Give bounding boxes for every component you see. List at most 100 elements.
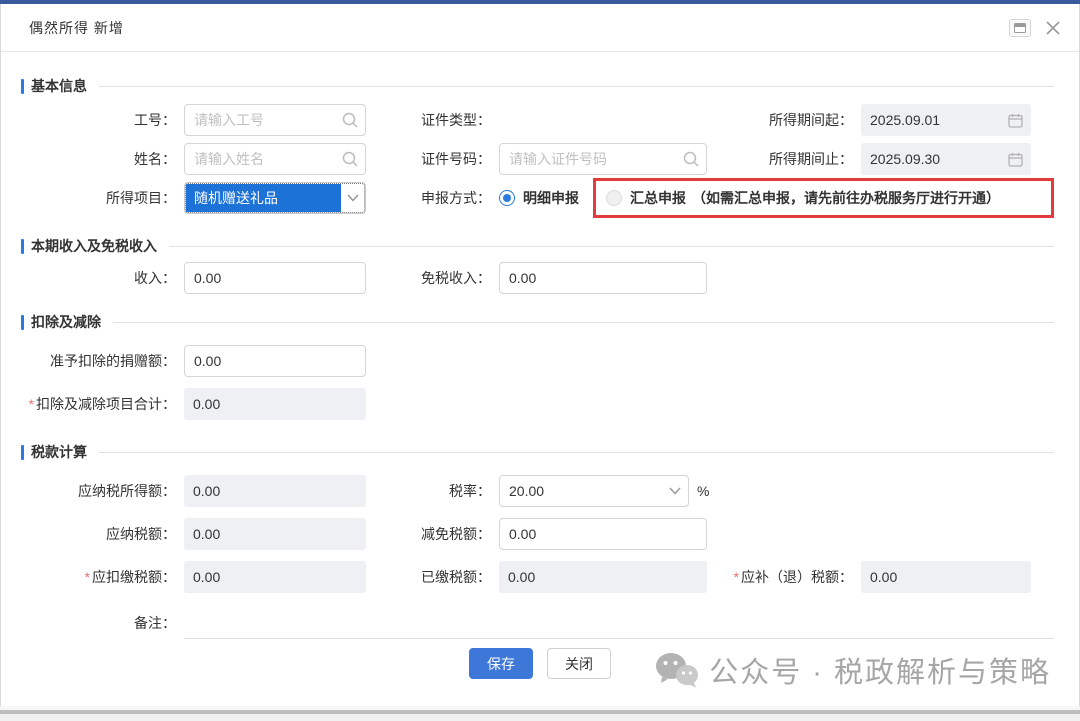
deduction-total-field: 0.00 [184,388,366,420]
cert-type-label: 证件类型： [366,110,499,130]
tax-payable-field: 0.00 [184,518,366,550]
period-start-field[interactable]: 2025.09.01 [861,104,1031,136]
section-basic-info: 基本信息 [21,76,1054,96]
tax-withheld-label: *应扣缴税额： [21,567,184,587]
taxable-income-value: 0.00 [193,483,358,499]
close-icon[interactable] [1045,20,1061,36]
income-item-select[interactable]: 随机赠送礼品 [184,182,366,214]
required-mark: * [734,569,739,585]
tax-due-value: 0.00 [870,569,1023,585]
dialog-titlebar: 偶然所得 新增 [1,4,1079,52]
section-divider [169,246,1054,247]
form-row: 应纳税额： 0.00 减免税额： [21,518,1054,550]
tax-free-income-label: 免税收入： [366,268,499,288]
chevron-down-icon [341,183,365,213]
background-page-edge [0,706,1080,721]
form-row: 姓名： 证件号码： 所得期间止： 2025.09.30 [21,143,1054,175]
emp-no-field [184,104,366,136]
name-field [184,143,366,175]
emp-no-input[interactable] [184,104,366,136]
close-button[interactable]: 关闭 [547,648,611,679]
tax-paid-label: 已缴税额： [366,567,499,587]
section-title: 本期收入及免税收入 [31,236,157,256]
tax-reduced-input[interactable] [499,518,707,550]
summary-declare-highlight-box: 汇总申报 （如需汇总申报，请先前往办税服务厅进行开通） [593,178,1054,218]
period-start-value: 2025.09.01 [870,112,1008,128]
tax-rate-label: 税率： [366,481,499,501]
section-accent-bar [21,79,24,94]
tax-paid-value: 0.00 [508,569,699,585]
form-row: 准予扣除的捐赠额： [21,345,1054,377]
form-row: 应纳税所得额： 0.00 税率： 20.00 % [21,475,1054,507]
period-start-label: 所得期间起： [707,110,861,130]
window-restore-icon[interactable] [1009,19,1031,37]
magnifier-icon[interactable] [682,150,700,168]
tax-paid-field: 0.00 [499,561,707,593]
tax-withheld-field: 0.00 [184,561,366,593]
tax-reduced-field [499,518,707,550]
income-field [184,262,366,294]
cert-no-input[interactable] [499,143,707,175]
calendar-icon[interactable] [1008,113,1023,128]
deduction-total-value: 0.00 [193,396,358,412]
section-title: 税款计算 [31,442,87,462]
cert-no-field [499,143,707,175]
period-end-label: 所得期间止： [707,149,861,169]
footer-buttons: 保存 关闭 [469,648,611,679]
donation-deduction-field [184,345,366,377]
radio-selected-icon [499,190,515,206]
name-label: 姓名： [21,149,184,169]
tax-rate-unit: % [697,483,709,499]
calendar-icon[interactable] [1008,152,1023,167]
section-title: 基本信息 [31,76,87,96]
taxable-income-field: 0.00 [184,475,366,507]
form-row: 所得项目： 随机赠送礼品 申报方式： 明细申报 汇总申报 [21,182,1054,214]
radio-detail-declare[interactable]: 明细申报 [499,188,579,208]
income-input[interactable] [184,262,366,294]
remark-label: 备注： [21,613,184,633]
section-deductions: 扣除及减除 [21,312,1054,332]
tax-due-field: 0.00 [861,561,1031,593]
watermark: 公众号 · 税政解析与策略 [655,649,1051,691]
form-row: *扣除及减除项目合计： 0.00 [21,388,1054,420]
emp-no-label: 工号： [21,110,184,130]
donation-deduction-input[interactable] [184,345,366,377]
radio-summary-declare[interactable]: 汇总申报 [606,188,686,208]
tax-payable-label: 应纳税额： [21,524,184,544]
deduction-total-label: *扣除及减除项目合计： [21,394,184,414]
section-accent-bar [21,239,24,254]
form-row: 备注： [21,607,1054,639]
income-item-selected-value: 随机赠送礼品 [186,184,341,212]
form-row: *应扣缴税额： 0.00 已缴税额： 0.00 *应补（退）税额： 0.00 [21,561,1054,593]
summary-declare-note: （如需汇总申报，请先前往办税服务厅进行开通） [692,188,1000,208]
magnifier-icon[interactable] [341,150,359,168]
form-row: 工号： 证件类型： 所得期间起： 2025.09.01 [21,104,1054,136]
section-accent-bar [21,445,24,460]
tax-rate-selected-value: 20.00 [500,483,662,499]
tax-payable-value: 0.00 [193,526,358,542]
save-button[interactable]: 保存 [469,648,533,679]
magnifier-icon[interactable] [341,111,359,129]
section-divider [99,86,1054,87]
tax-free-income-input[interactable] [499,262,707,294]
required-mark: * [85,569,90,585]
wechat-logo-icon [655,652,699,688]
dialog-footer: 保存 关闭 公众号 · 税政解析与策略 [1,648,1079,692]
cert-no-label: 证件号码： [366,149,499,169]
income-label: 收入： [21,268,184,288]
section-divider [113,322,1054,323]
radio-disabled-icon [606,190,622,206]
chevron-down-icon [662,487,688,495]
tax-rate-select[interactable]: 20.00 [499,475,689,507]
tax-free-income-field [499,262,707,294]
section-accent-bar [21,315,24,330]
declare-mode-label: 申报方式： [366,188,499,208]
period-end-field[interactable]: 2025.09.30 [861,143,1031,175]
tax-withheld-value: 0.00 [193,569,358,585]
dialog-title: 偶然所得 新增 [29,18,124,38]
section-title: 扣除及减除 [31,312,101,332]
tax-due-label: *应补（退）税额： [707,567,861,587]
titlebar-icons [1009,19,1061,37]
remark-input[interactable] [184,607,1054,639]
name-input[interactable] [184,143,366,175]
